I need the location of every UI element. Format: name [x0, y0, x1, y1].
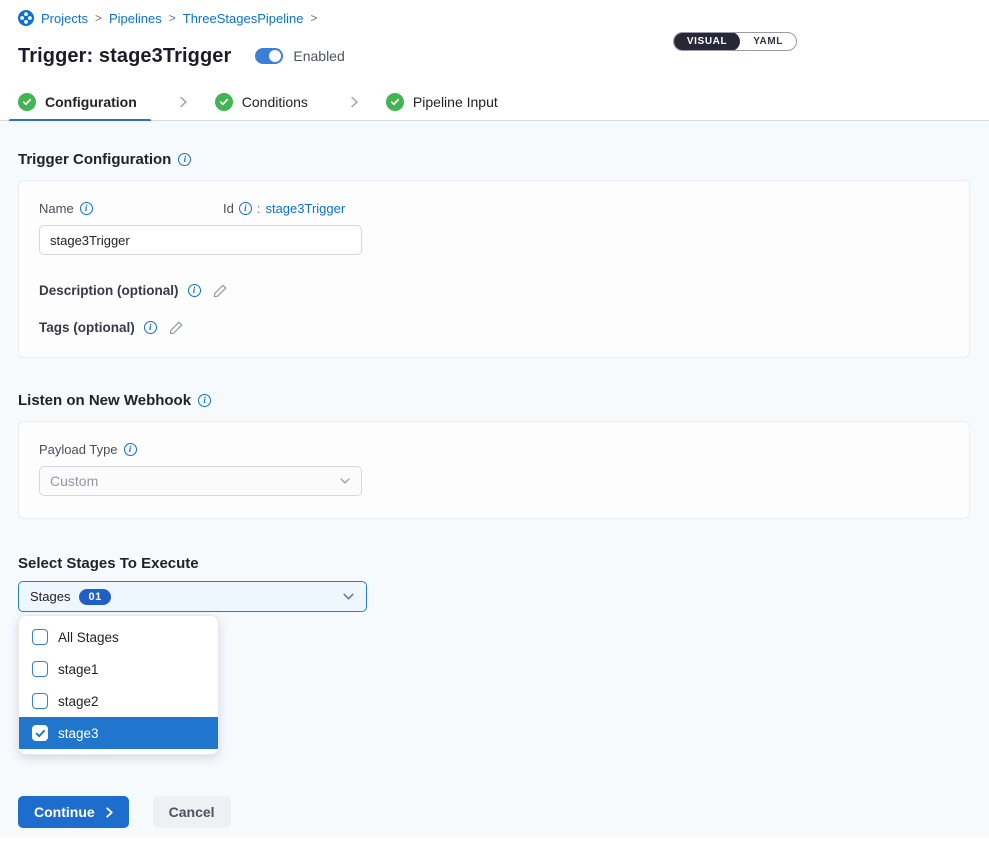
stage-option-all-stages[interactable]: All Stages — [19, 621, 218, 653]
chevron-down-icon — [339, 475, 351, 487]
cancel-button-label: Cancel — [169, 804, 215, 820]
breadcrumb-projects[interactable]: Projects — [41, 11, 88, 26]
edit-description-icon[interactable] — [213, 283, 228, 298]
visual-yaml-switcher: VISUAL YAML — [673, 32, 797, 51]
tab-configuration[interactable]: Configuration — [18, 84, 151, 121]
breadcrumb-separator: > — [310, 11, 317, 25]
select-stages-heading: Select Stages To Execute — [18, 555, 199, 572]
checkbox-unchecked-icon[interactable] — [32, 661, 48, 677]
stages-select-label: Stages — [30, 589, 70, 604]
continue-button-label: Continue — [34, 804, 95, 820]
wizard-tabs: Configuration Conditions Pipeline Input — [0, 84, 989, 121]
breadcrumb-pipelines[interactable]: Pipelines — [109, 11, 162, 26]
visual-tab[interactable]: VISUAL — [674, 32, 740, 51]
tab-pipeline-input[interactable]: Pipeline Input — [386, 84, 512, 121]
stage-option-label: stage3 — [58, 726, 99, 741]
payload-type-label: Payload Type — [39, 442, 118, 457]
chevron-right-icon — [348, 96, 360, 108]
info-icon[interactable]: i — [239, 202, 252, 215]
stage-option-label: All Stages — [58, 630, 119, 645]
stage-option-stage1[interactable]: stage1 — [19, 653, 218, 685]
cancel-button[interactable]: Cancel — [153, 796, 231, 828]
payload-type-value: Custom — [50, 473, 98, 489]
info-icon[interactable]: i — [188, 284, 201, 297]
breadcrumb-pipeline-name[interactable]: ThreeStagesPipeline — [183, 11, 304, 26]
check-circle-icon — [18, 93, 36, 111]
toggle-knob — [269, 50, 281, 62]
page-title: Trigger: stage3Trigger — [18, 45, 231, 68]
description-label: Description (optional) — [39, 283, 179, 298]
checkbox-unchecked-icon[interactable] — [32, 693, 48, 709]
chevron-down-icon — [342, 590, 355, 603]
info-icon[interactable]: i — [144, 321, 157, 334]
stage-option-label: stage1 — [58, 662, 99, 677]
stage-option-label: stage2 — [58, 694, 99, 709]
webhook-card: Payload Type i Custom — [18, 421, 970, 519]
checkbox-unchecked-icon[interactable] — [32, 629, 48, 645]
check-circle-icon — [386, 93, 404, 111]
webhook-heading: Listen on New Webhook — [18, 392, 191, 409]
breadcrumb: Projects > Pipelines > ThreeStagesPipeli… — [18, 9, 971, 27]
tab-label: Conditions — [242, 94, 308, 110]
trigger-configuration-card: Name i Id i : stage3Trigger Description … — [18, 180, 970, 358]
page-header: Projects > Pipelines > ThreeStagesPipeli… — [0, 0, 989, 70]
stage-option-stage3[interactable]: stage3 — [19, 717, 218, 749]
tab-conditions[interactable]: Conditions — [215, 84, 322, 121]
info-icon[interactable]: i — [80, 202, 93, 215]
enabled-toggle[interactable] — [255, 48, 283, 64]
stage-option-stage2[interactable]: stage2 — [19, 685, 218, 717]
chevron-right-icon — [104, 807, 115, 818]
info-icon[interactable]: i — [198, 394, 211, 407]
id-value[interactable]: stage3Trigger — [265, 201, 345, 216]
checkbox-checked-icon[interactable] — [32, 725, 48, 741]
id-colon: : — [257, 201, 261, 216]
name-label: Name — [39, 201, 74, 216]
name-input[interactable] — [39, 225, 362, 255]
info-icon[interactable]: i — [178, 153, 191, 166]
footer-actions: Continue Cancel — [18, 796, 231, 828]
tags-label: Tags (optional) — [39, 320, 135, 335]
info-icon[interactable]: i — [124, 443, 137, 456]
continue-button[interactable]: Continue — [18, 796, 129, 828]
id-label: Id — [223, 201, 234, 216]
tab-label: Pipeline Input — [413, 94, 498, 110]
enabled-toggle-label: Enabled — [293, 48, 344, 64]
project-logo-icon — [18, 10, 34, 26]
breadcrumb-separator: > — [169, 11, 176, 25]
stages-count-badge: 01 — [79, 589, 110, 605]
payload-type-select[interactable]: Custom — [39, 466, 362, 496]
stages-select[interactable]: Stages 01 — [18, 581, 367, 612]
stages-dropdown: All Stages stage1 stage2 stage3 — [18, 615, 219, 755]
trigger-configuration-heading: Trigger Configuration — [18, 151, 171, 168]
chevron-right-icon — [177, 96, 189, 108]
check-circle-icon — [215, 93, 233, 111]
main-content: Trigger Configuration i Name i Id i : st… — [0, 121, 989, 838]
yaml-tab[interactable]: YAML — [740, 32, 796, 51]
edit-tags-icon[interactable] — [169, 320, 184, 335]
tab-label: Configuration — [45, 94, 137, 110]
breadcrumb-separator: > — [95, 11, 102, 25]
